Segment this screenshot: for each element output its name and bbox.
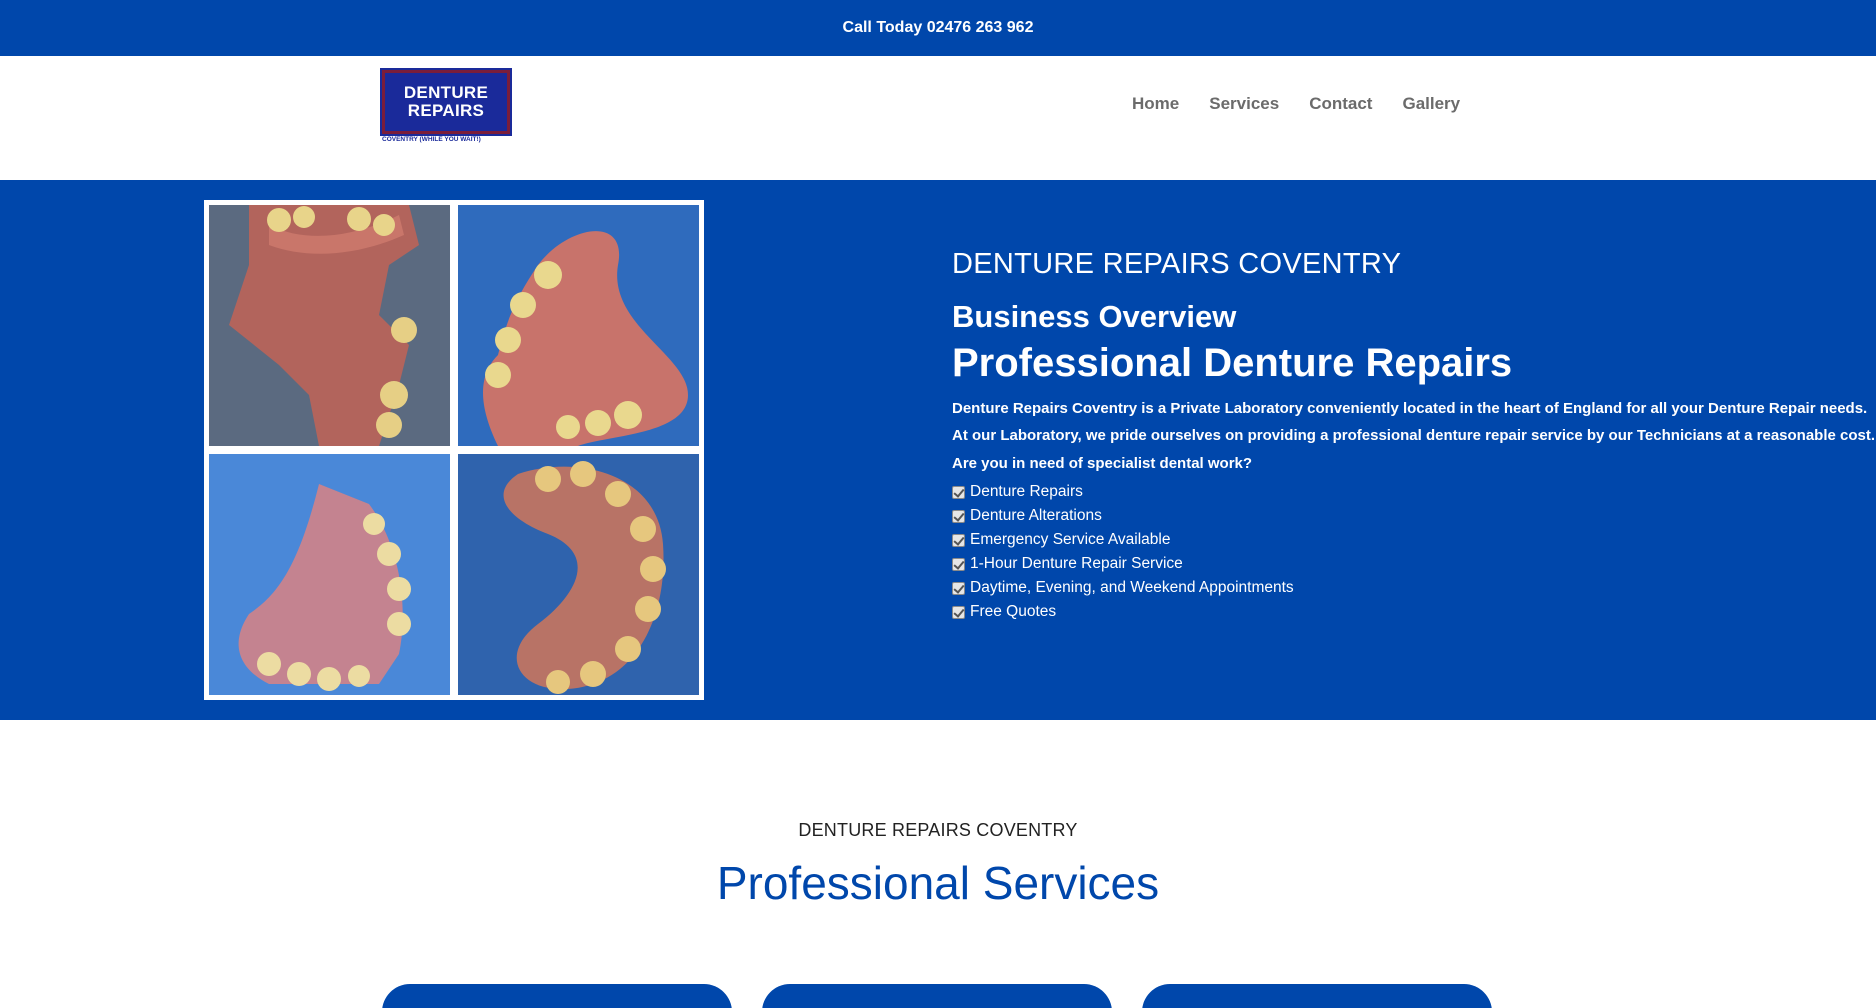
services-kicker: DENTURE REPAIRS COVENTRY — [798, 820, 1078, 840]
service-checklist: Denture Repairs Denture Alterations Emer… — [952, 480, 1876, 624]
checklist-item: Denture Alterations — [952, 504, 1876, 528]
nav-gallery[interactable]: Gallery — [1402, 94, 1460, 114]
logo-line-1: DENTURE — [403, 83, 489, 102]
hero-subtitle: Business Overview — [952, 299, 1237, 334]
nav-contact[interactable]: Contact — [1309, 94, 1372, 114]
services-section: DENTURE REPAIRS COVENTRY Professional Se… — [0, 720, 1876, 1008]
hero-section: DENTURE REPAIRS COVENTRY Business Overvi… — [0, 180, 1876, 720]
nav-services[interactable]: Services — [1209, 94, 1279, 114]
logo-badge: DENTURE REPAIRS — [380, 68, 512, 136]
nav-home[interactable]: Home — [1132, 94, 1179, 114]
main-nav: Home Services Contact Gallery — [1132, 94, 1460, 114]
checklist-item: Emergency Service Available — [952, 528, 1876, 552]
top-call-bar: Call Today 02476 263 962 — [0, 0, 1876, 56]
service-icon-2: ● — [933, 1004, 941, 1008]
service-card-2[interactable]: ● — [762, 984, 1112, 1008]
checklist-item: Daytime, Evening, and Weekend Appointmen… — [952, 576, 1876, 600]
logo-tagline: COVENTRY (WHILE YOU WAIT!) — [382, 136, 481, 143]
checkbox-checked-icon — [952, 581, 965, 595]
service-card-3[interactable]: ■ — [1142, 984, 1492, 1008]
service-icon-3: ■ — [1313, 1004, 1321, 1008]
logo-line-2: REPAIRS — [407, 101, 485, 120]
hero-kicker: DENTURE REPAIRS COVENTRY — [952, 248, 1402, 280]
denture-photo-2 — [458, 205, 699, 446]
call-today-text[interactable]: Call Today 02476 263 962 — [843, 19, 1034, 37]
checklist-item: Denture Repairs — [952, 480, 1876, 504]
denture-photo-4 — [458, 454, 699, 695]
denture-photo-1 — [209, 205, 450, 446]
site-logo[interactable]: DENTURE REPAIRS COVENTRY (WHILE YOU WAIT… — [380, 68, 512, 144]
denture-photo-3 — [209, 454, 450, 695]
checkbox-checked-icon — [952, 509, 965, 523]
checklist-item: 1-Hour Denture Repair Service — [952, 552, 1876, 576]
checkbox-checked-icon — [952, 485, 965, 499]
checkbox-checked-icon — [952, 557, 965, 571]
services-title: Professional Services — [716, 857, 1160, 909]
checklist-item: Free Quotes — [952, 600, 1876, 624]
hero-paragraph-1: Denture Repairs Coventry is a Private La… — [952, 400, 1868, 417]
hero-title: Professional Denture Repairs — [952, 341, 1513, 385]
service-icon-1: ▲ — [550, 1004, 564, 1008]
hero-paragraph-3: Are you in need of specialist dental wor… — [952, 455, 1253, 472]
site-header: DENTURE REPAIRS COVENTRY (WHILE YOU WAIT… — [0, 56, 1876, 180]
checkbox-checked-icon — [952, 533, 965, 547]
denture-photo-collage — [204, 200, 704, 700]
service-card-1[interactable]: ▲ — [382, 984, 732, 1008]
hero-paragraph-2: At our Laboratory, we pride ourselves on… — [952, 427, 1876, 444]
checkbox-checked-icon — [952, 605, 965, 619]
hero-text: DENTURE REPAIRS COVENTRY Business Overvi… — [952, 248, 1876, 624]
